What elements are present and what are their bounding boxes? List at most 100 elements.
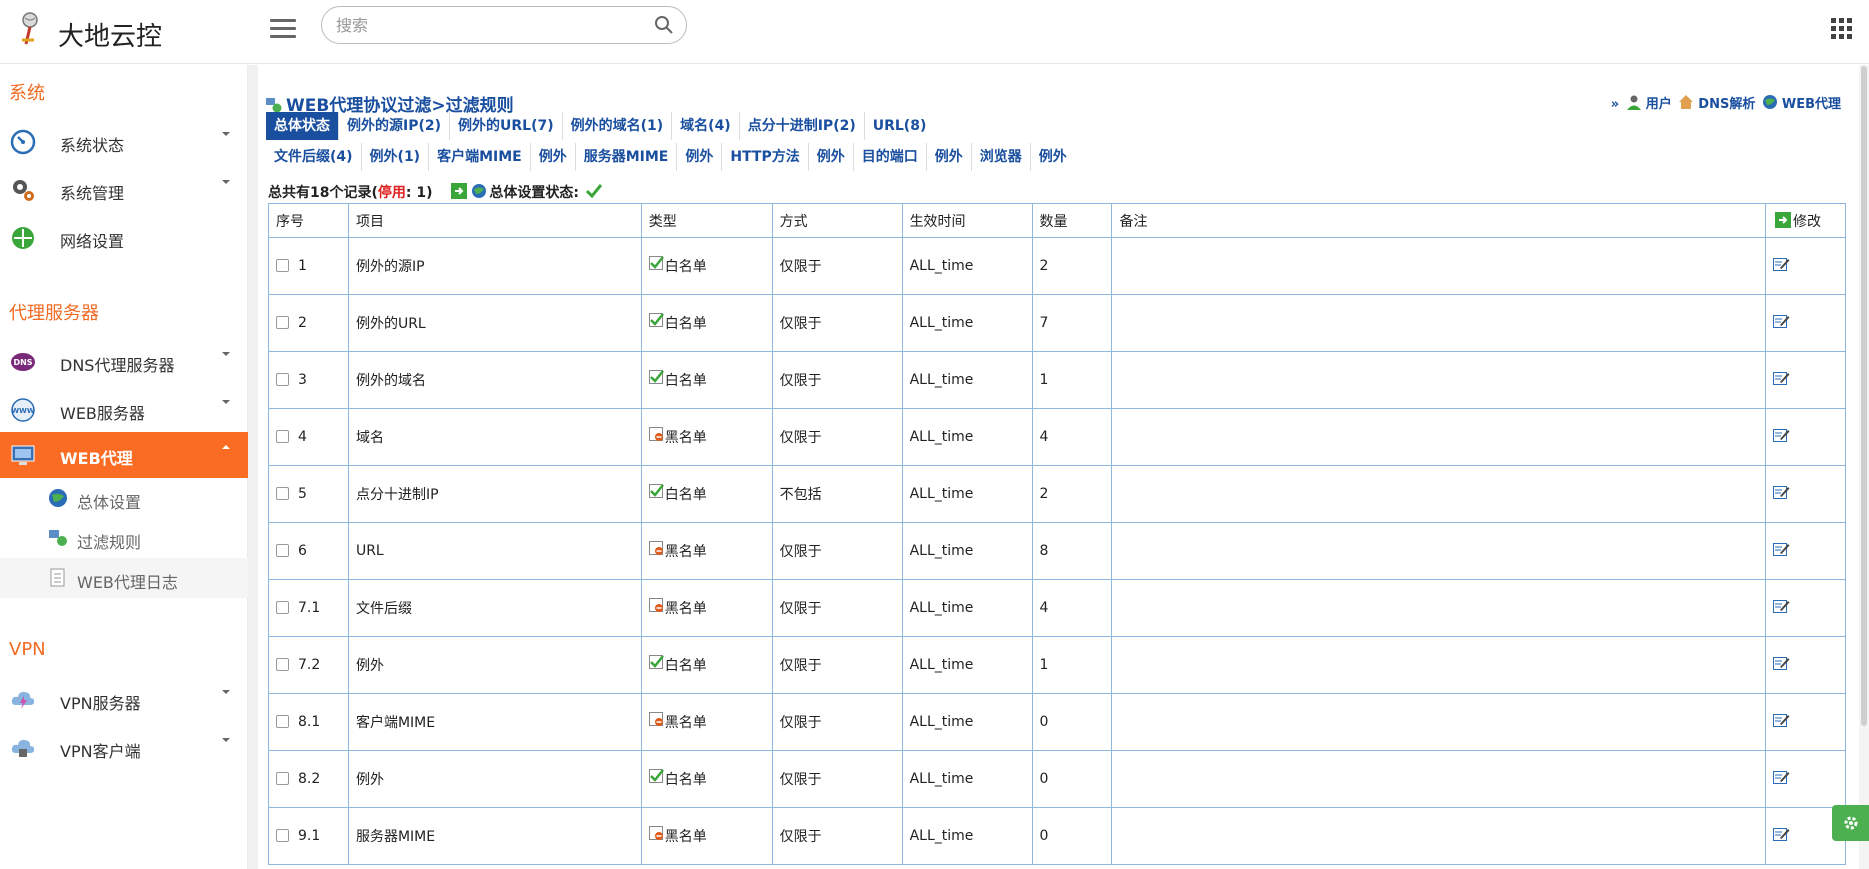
blacklist-block-icon: [648, 598, 663, 612]
blacklist-block-icon: [648, 427, 663, 441]
tab-domain[interactable]: 域名(4): [672, 112, 740, 140]
edit-icon[interactable]: [1772, 428, 1790, 443]
row-checkbox[interactable]: [276, 373, 289, 386]
cell-item: 例外: [347, 636, 642, 694]
scrollbar-thumb[interactable]: [1861, 66, 1867, 726]
sidebar-item-web-server[interactable]: WWW WEB服务器: [0, 387, 248, 433]
table-row: 1 例外的源IP 白名单 仅限于 ALL_time 2: [268, 237, 1847, 295]
sidebar-item-system-status[interactable]: 系统状态: [0, 119, 248, 165]
col-header-type: 类型: [640, 203, 773, 238]
sidebar-item-label: VPN服务器: [60, 694, 141, 713]
edit-icon[interactable]: [1772, 485, 1790, 500]
cell-time: ALL_time: [901, 693, 1033, 751]
tab-exception[interactable]: 例外: [1031, 143, 1075, 171]
row-checkbox[interactable]: [276, 829, 289, 842]
table-row: 7.1 文件后缀 黑名单 仅限于 ALL_time 4: [268, 579, 1847, 637]
link-dns[interactable]: DNS解析: [1698, 97, 1755, 112]
sidebar-item-label: 网络设置: [60, 232, 125, 251]
sidebar-item-system-management[interactable]: 系统管理: [0, 167, 248, 213]
row-checkbox[interactable]: [276, 601, 289, 614]
cell-edit: [1764, 465, 1847, 523]
cell-type: 白名单: [640, 465, 773, 523]
cell-time: ALL_time: [901, 750, 1033, 808]
row-checkbox[interactable]: [276, 259, 289, 272]
row-checkbox[interactable]: [276, 487, 289, 500]
apps-grid-icon[interactable]: [1831, 18, 1853, 40]
cell-type: 黑名单: [640, 579, 773, 637]
sidebar-subitem-filter-rules[interactable]: 过滤规则: [0, 518, 248, 558]
search-icon[interactable]: [654, 15, 674, 35]
cell-edit: [1764, 351, 1847, 409]
cell-time: ALL_time: [901, 408, 1033, 466]
sidebar-item-vpn-server[interactable]: VPN服务器: [0, 677, 248, 723]
sidebar-item-web-proxy[interactable]: WEB代理: [0, 432, 248, 478]
cell-item: 例外的URL: [347, 294, 642, 352]
www-icon: WWW: [11, 398, 35, 422]
cell-mode: 仅限于: [771, 408, 903, 466]
link-user[interactable]: 用户: [1646, 97, 1672, 112]
chevron-down-icon: [222, 132, 230, 136]
sidebar-item-vpn-client[interactable]: VPN客户端: [0, 725, 248, 771]
dns-icon: DNS: [11, 353, 35, 371]
sidebar-item-network-settings[interactable]: 网络设置: [0, 215, 248, 261]
goto-arrow-icon: [1774, 211, 1791, 228]
tab-server-mime[interactable]: 服务器MIME: [576, 143, 678, 171]
hamburger-menu-icon[interactable]: [270, 16, 296, 42]
search-input[interactable]: [336, 7, 636, 43]
edit-icon[interactable]: [1772, 770, 1790, 785]
sidebar-subitem-label: 过滤规则: [77, 533, 142, 552]
cell-edit: [1764, 294, 1847, 352]
tab-client-mime[interactable]: 客户端MIME: [429, 143, 531, 171]
edit-icon[interactable]: [1772, 314, 1790, 329]
app-title: 大地云控: [58, 22, 163, 52]
row-checkbox[interactable]: [276, 544, 289, 557]
sidebar-subitem-overall-settings[interactable]: 总体设置: [0, 478, 248, 518]
tab-exception[interactable]: 例外: [531, 143, 576, 171]
globe-icon: [49, 489, 67, 507]
sidebar-subitem-web-proxy-log[interactable]: WEB代理日志: [0, 558, 248, 598]
goto-arrow-icon[interactable]: [451, 183, 468, 199]
link-web-proxy[interactable]: WEB代理: [1782, 97, 1841, 112]
tab-exception[interactable]: 例外: [927, 143, 972, 171]
tab-exception[interactable]: 例外(1): [362, 143, 430, 171]
edit-icon[interactable]: [1772, 656, 1790, 671]
edit-icon[interactable]: [1772, 827, 1790, 842]
sidebar-item-dns-proxy[interactable]: DNS DNS代理服务器: [0, 339, 248, 385]
cell-edit: [1764, 579, 1847, 637]
tab-exception-source-ip[interactable]: 例外的源IP(2): [339, 112, 451, 140]
tab-url[interactable]: URL(8): [865, 112, 935, 140]
tab-file-suffix[interactable]: 文件后缀(4): [266, 143, 362, 171]
cell-time: ALL_time: [901, 807, 1033, 865]
tab-exception[interactable]: 例外: [677, 143, 723, 171]
edit-icon[interactable]: [1772, 257, 1790, 272]
tab-browser[interactable]: 浏览器: [972, 143, 1031, 171]
filter-icon: [266, 98, 282, 113]
cell-count: 0: [1031, 750, 1113, 808]
rules-table-body: 1 例外的源IP 白名单 仅限于 ALL_time 2 2 例外的URL 白名单 仅限于 ALL_t…: [268, 237, 1847, 865]
tab-dotted-decimal-ip[interactable]: 点分十进制IP(2): [740, 112, 865, 140]
row-checkbox[interactable]: [276, 316, 289, 329]
tab-http-method[interactable]: HTTP方法: [722, 143, 809, 171]
tab-overall-status[interactable]: 总体状态: [266, 112, 339, 140]
tab-destination-port[interactable]: 目的端口: [854, 143, 927, 171]
edit-icon[interactable]: [1772, 542, 1790, 557]
sidebar-item-label: VPN客户端: [60, 742, 141, 761]
row-checkbox[interactable]: [276, 772, 289, 785]
cell-count: 7: [1031, 294, 1113, 352]
row-checkbox[interactable]: [276, 715, 289, 728]
cell-no: 2: [268, 294, 349, 352]
cell-type: 黑名单: [640, 693, 773, 751]
edit-icon[interactable]: [1772, 599, 1790, 614]
cell-mode: 仅限于: [771, 693, 903, 751]
cell-item: URL: [347, 522, 642, 580]
tab-exception-domain[interactable]: 例外的域名(1): [563, 112, 673, 140]
edit-icon[interactable]: [1772, 713, 1790, 728]
settings-gear-button[interactable]: [1832, 805, 1869, 841]
tab-exception[interactable]: 例外: [809, 143, 854, 171]
edit-icon[interactable]: [1772, 371, 1790, 386]
tab-exception-url[interactable]: 例外的URL(7): [450, 112, 563, 140]
cell-edit: [1764, 522, 1847, 580]
row-checkbox[interactable]: [276, 658, 289, 671]
row-checkbox[interactable]: [276, 430, 289, 443]
cloud-server-icon: [11, 691, 35, 709]
